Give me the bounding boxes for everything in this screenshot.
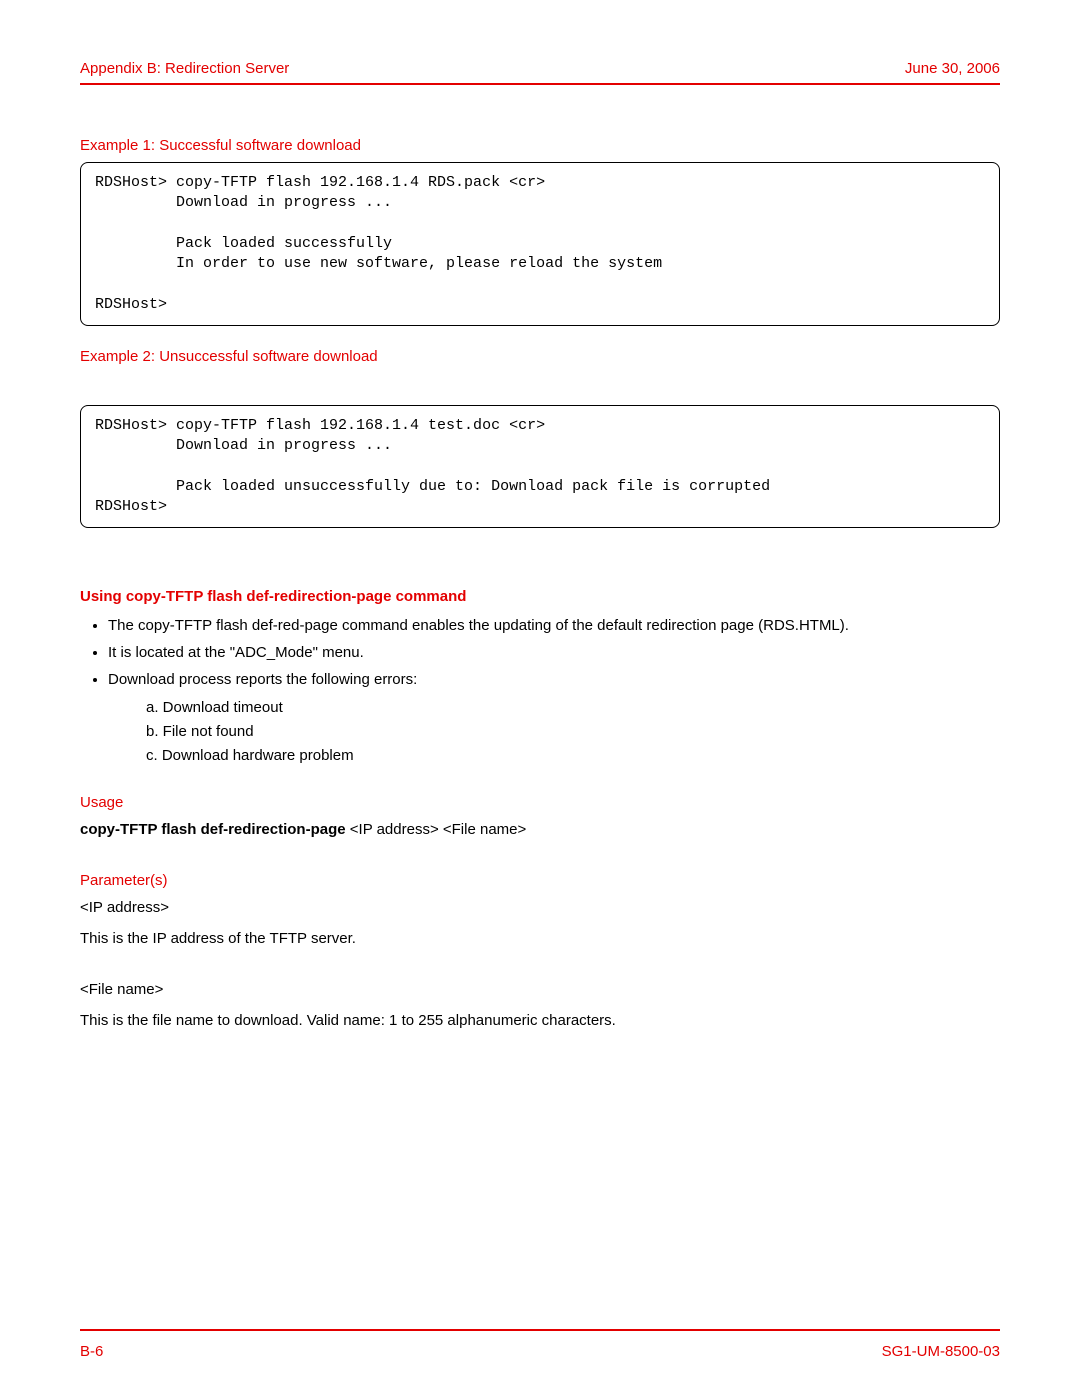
param1-desc: This is the IP address of the TFTP serve…: [80, 930, 1000, 947]
footer-left: B-6: [80, 1343, 103, 1360]
footer-right: SG1-UM-8500-03: [882, 1343, 1000, 1360]
sub-item-a: a. Download timeout: [146, 696, 1000, 720]
footer-rule: B-6 SG1-UM-8500-03: [80, 1329, 1000, 1360]
list-item-text: Download process reports the following e…: [108, 671, 417, 688]
param2-name: <File name>: [80, 981, 1000, 998]
usage-heading: Usage: [80, 794, 1000, 811]
bullet-list: The copy-TFTP flash def-red-page command…: [108, 617, 1000, 768]
sub-item-c: c. Download hardware problem: [146, 744, 1000, 768]
usage-cmd-bold: copy-TFTP flash def-redirection-page: [80, 821, 346, 838]
usage-cmd-rest: <IP address> <File name>: [346, 821, 527, 838]
params-heading: Parameter(s): [80, 872, 1000, 889]
header-right: June 30, 2006: [905, 60, 1000, 77]
param2-desc: This is the file name to download. Valid…: [80, 1012, 1000, 1029]
section-title: Using copy-TFTP flash def-redirection-pa…: [80, 588, 1000, 605]
example1-title: Example 1: Successful software download: [80, 137, 1000, 154]
example1-code: RDSHost> copy-TFTP flash 192.168.1.4 RDS…: [80, 162, 1000, 326]
example2-code: RDSHost> copy-TFTP flash 192.168.1.4 tes…: [80, 405, 1000, 528]
page-footer: B-6 SG1-UM-8500-03: [80, 1343, 1000, 1360]
usage-command: copy-TFTP flash def-redirection-page <IP…: [80, 821, 1000, 838]
list-item: The copy-TFTP flash def-red-page command…: [108, 617, 1000, 634]
example2-title: Example 2: Unsuccessful software downloa…: [80, 348, 1000, 365]
list-item: Download process reports the following e…: [108, 671, 1000, 768]
page-header: Appendix B: Redirection Server June 30, …: [80, 60, 1000, 85]
list-item: It is located at the "ADC_Mode" menu.: [108, 644, 1000, 661]
sub-list: a. Download timeout b. File not found c.…: [146, 696, 1000, 768]
sub-item-b: b. File not found: [146, 720, 1000, 744]
document-page: Appendix B: Redirection Server June 30, …: [0, 0, 1080, 1400]
param1-name: <IP address>: [80, 899, 1000, 916]
header-left: Appendix B: Redirection Server: [80, 60, 289, 77]
